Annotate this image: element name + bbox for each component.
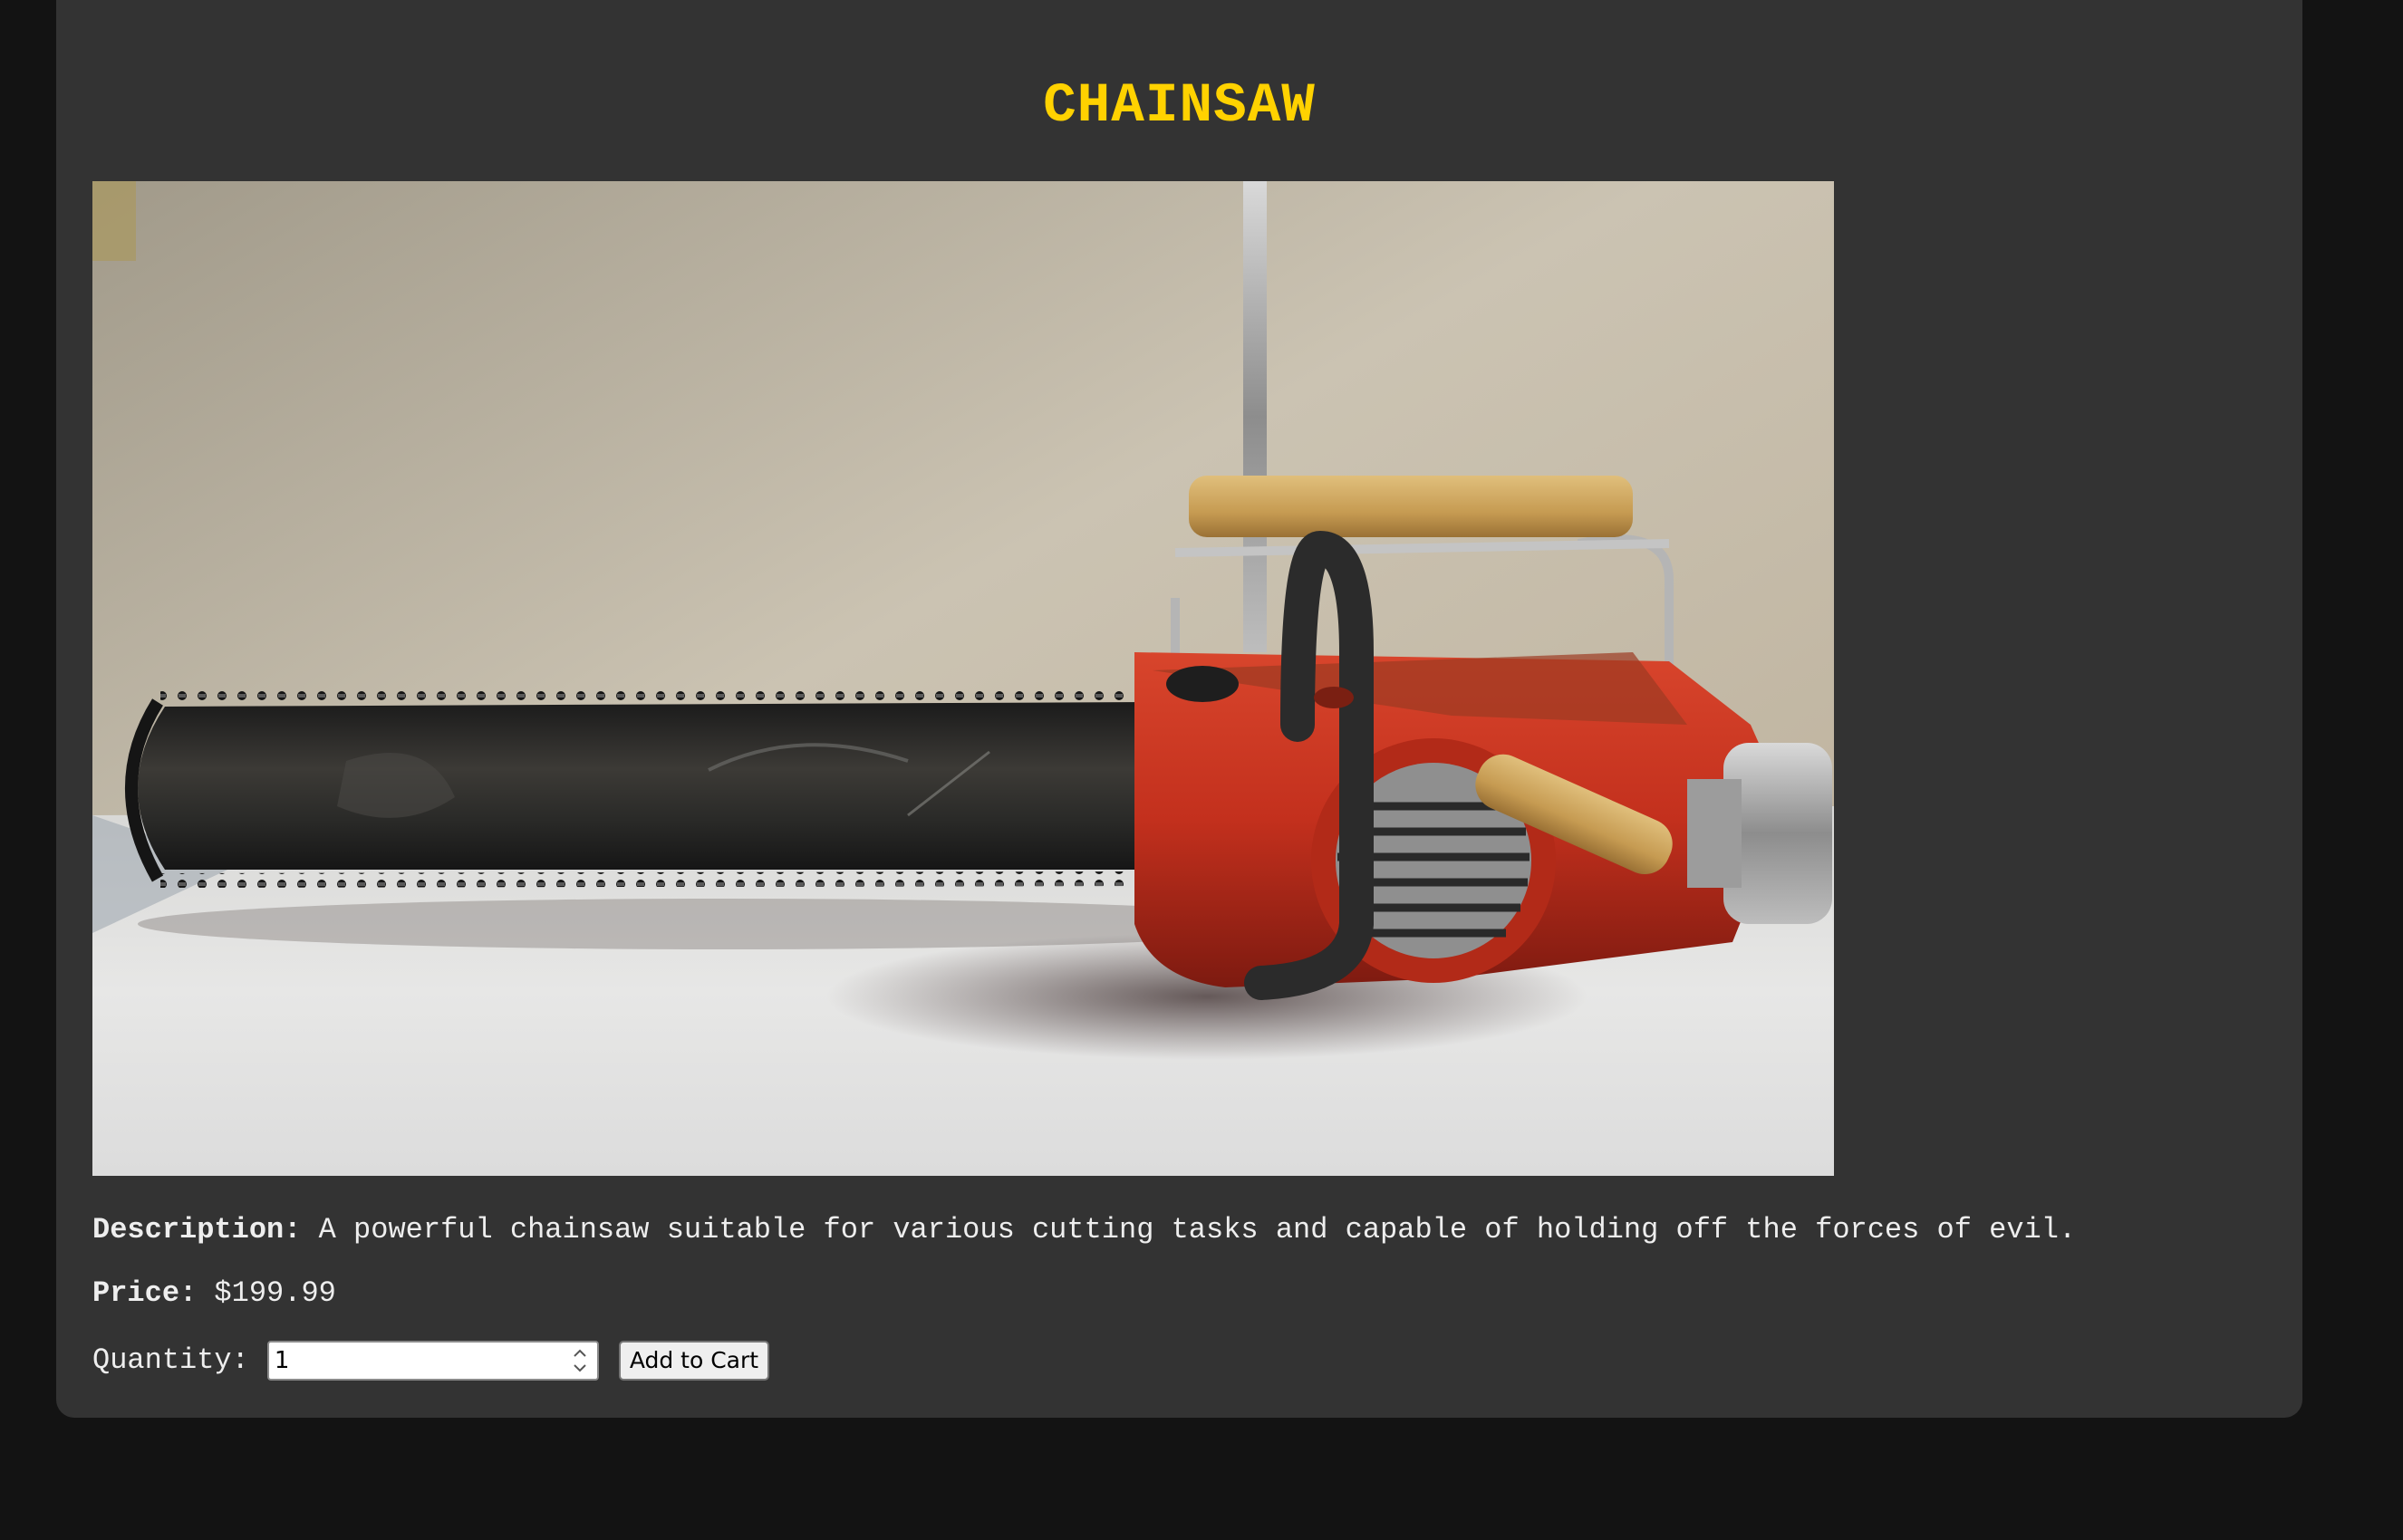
price-row: Price: $199.99 (92, 1275, 336, 1312)
product-title: CHAINSAW (1043, 75, 1316, 138)
description-text: A powerful chainsaw suitable for various… (318, 1213, 2077, 1246)
description-label: Description: (92, 1213, 302, 1246)
quantity-spinner[interactable] (565, 1344, 595, 1377)
quantity-stepper[interactable] (266, 1341, 599, 1381)
price-value: $199.99 (214, 1276, 336, 1310)
description-row: Description: A powerful chainsaw suitabl… (92, 1212, 2076, 1248)
price-label: Price: (92, 1276, 198, 1310)
add-to-cart-button[interactable]: Add to Cart (618, 1341, 770, 1381)
chevron-up-icon[interactable] (571, 1346, 589, 1361)
product-image (92, 181, 1834, 1176)
quantity-label: Quantity: (92, 1343, 249, 1377)
quantity-input[interactable] (268, 1343, 550, 1379)
chevron-down-icon[interactable] (571, 1361, 589, 1375)
product-card: CHAINSAW Description: A powerful chainsa… (56, 0, 2302, 1418)
quantity-row: Quantity: Add to Cart (92, 1339, 770, 1382)
